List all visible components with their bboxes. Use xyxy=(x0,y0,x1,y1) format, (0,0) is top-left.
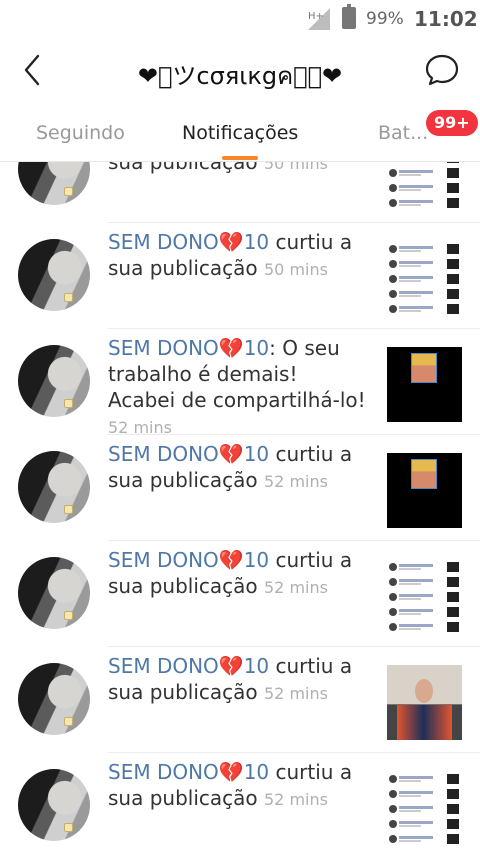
avatar[interactable] xyxy=(18,769,90,841)
thumbnail-feed-line xyxy=(387,591,462,603)
notification-item[interactable]: SEM DONO💔10 curtiu a sua publicação 52 m… xyxy=(0,541,480,647)
network-signal-icon: H+ xyxy=(308,8,330,30)
post-thumbnail[interactable] xyxy=(387,771,462,846)
notification-item[interactable]: SEM DONO💔10 curtiu a sua publicação 50 m… xyxy=(0,162,480,223)
battery-percentage: 99% xyxy=(366,9,404,29)
avatar[interactable] xyxy=(18,239,90,311)
avatar[interactable] xyxy=(18,345,90,417)
notification-item[interactable]: SEM DONO💔10 curtiu a sua publicação 52 m… xyxy=(0,647,480,753)
timestamp: 52 mins xyxy=(264,578,328,597)
chat-bubble-icon[interactable] xyxy=(424,52,460,88)
tab-notificacoes[interactable]: Notificações xyxy=(182,122,298,144)
thumbnail-feed-line xyxy=(387,273,462,285)
avatar[interactable] xyxy=(18,451,90,523)
thumbnail-portrait xyxy=(411,459,437,489)
notification-text: SEM DONO💔10 curtiu a sua publicação 52 m… xyxy=(108,547,370,601)
thumbnail-person-head xyxy=(415,679,433,703)
notification-text: SEM DONO💔10 curtiu a sua publicação 50 m… xyxy=(108,229,370,283)
clock: 11:02 xyxy=(414,7,478,31)
username-link[interactable]: SEM DONO💔10 xyxy=(108,336,269,360)
username-link[interactable]: SEM DONO💔10 xyxy=(108,442,269,466)
status-bar: H+ 99% 11:02 xyxy=(0,0,480,38)
username-link[interactable]: SEM DONO💔10 xyxy=(108,230,269,254)
level-badge-icon xyxy=(64,611,73,620)
thumbnail-feed-line xyxy=(387,803,462,815)
post-thumbnail[interactable] xyxy=(387,559,462,634)
thumbnail-feed-line xyxy=(387,258,462,270)
notification-text: SEM DONO💔10 curtiu a sua publicação 52 m… xyxy=(108,653,370,707)
notification-item[interactable]: SEM DONO💔10 curtiu a sua publicação 50 m… xyxy=(0,223,480,329)
avatar[interactable] xyxy=(18,162,90,205)
thumbnail-feed-line xyxy=(387,167,462,179)
notification-item[interactable]: SEM DONO💔10 curtiu a sua publicação 52 m… xyxy=(0,753,480,854)
thumbnail-feed-line xyxy=(387,303,462,315)
thumbnail-feed-line xyxy=(387,833,462,845)
network-type-label: H+ xyxy=(308,11,324,22)
notification-text: SEM DONO💔10: O seu trabalho é demais! Ac… xyxy=(108,335,370,441)
notification-item[interactable]: SEM DONO💔10 curtiu a sua publicação 52 m… xyxy=(0,435,480,541)
thumbnail-feed-line xyxy=(387,788,462,800)
notification-text: SEM DONO💔10 curtiu a sua publicação 52 m… xyxy=(108,759,370,813)
username-link[interactable]: SEM DONO💔10 xyxy=(108,548,269,572)
notification-item[interactable]: SEM DONO💔10: O seu trabalho é demais! Ac… xyxy=(0,329,480,437)
notification-text: SEM DONO💔10 curtiu a sua publicação 52 m… xyxy=(108,441,370,495)
thumbnail-feed-line xyxy=(387,576,462,588)
thumbnail-feed-line xyxy=(387,606,462,618)
tab-bar: Seguindo Notificações Bat... 99+ xyxy=(0,102,480,162)
tab-bate-papo[interactable]: Bat... xyxy=(378,122,428,144)
username-link[interactable]: SEM DONO💔10 xyxy=(108,654,269,678)
timestamp: 50 mins xyxy=(264,260,328,279)
timestamp: 52 mins xyxy=(264,790,328,809)
notification-text: SEM DONO💔10 curtiu a sua publicação 50 m… xyxy=(108,162,370,177)
thumbnail-feed-line xyxy=(387,621,462,633)
top-app-bar: ❤🏼ツcσяιкgคツ🏼❤ xyxy=(0,38,480,102)
post-thumbnail[interactable] xyxy=(387,241,462,316)
post-thumbnail[interactable] xyxy=(387,453,462,528)
thumbnail-feed-line xyxy=(387,288,462,300)
level-badge-icon xyxy=(64,293,73,302)
thumbnail-feed-line xyxy=(387,818,462,830)
level-badge-icon xyxy=(64,399,73,408)
username-link[interactable]: SEM DONO💔10 xyxy=(108,760,269,784)
level-badge-icon xyxy=(64,823,73,832)
level-badge-icon xyxy=(64,717,73,726)
active-tab-indicator xyxy=(222,156,258,160)
post-thumbnail[interactable] xyxy=(387,665,462,740)
level-badge-icon xyxy=(64,187,73,196)
thumbnail-portrait xyxy=(411,353,437,383)
tab-seguindo[interactable]: Seguindo xyxy=(36,122,125,144)
thumbnail-feed-line xyxy=(387,162,462,164)
back-arrow-icon[interactable] xyxy=(18,52,48,88)
timestamp: 50 mins xyxy=(264,162,328,173)
page-title: ❤🏼ツcσяιкgคツ🏼❤ xyxy=(137,62,343,90)
avatar[interactable] xyxy=(18,663,90,735)
thumbnail-feed-line xyxy=(387,561,462,573)
thumbnail-feed-line xyxy=(387,197,462,209)
timestamp: 52 mins xyxy=(264,472,328,491)
thumbnail-feed-line xyxy=(387,773,462,785)
unread-badge: 99+ xyxy=(426,110,478,136)
avatar[interactable] xyxy=(18,557,90,629)
level-badge-icon xyxy=(64,505,73,514)
thumbnail-feed-line xyxy=(387,182,462,194)
thumbnail-person-jacket xyxy=(397,705,452,740)
thumbnail-feed-line xyxy=(387,243,462,255)
battery-icon xyxy=(342,4,356,29)
notification-list[interactable]: SEM DONO💔10 curtiu a sua publicação 50 m… xyxy=(0,162,480,854)
timestamp: 52 mins xyxy=(264,684,328,703)
post-thumbnail[interactable] xyxy=(387,162,462,210)
post-thumbnail[interactable] xyxy=(387,347,462,422)
